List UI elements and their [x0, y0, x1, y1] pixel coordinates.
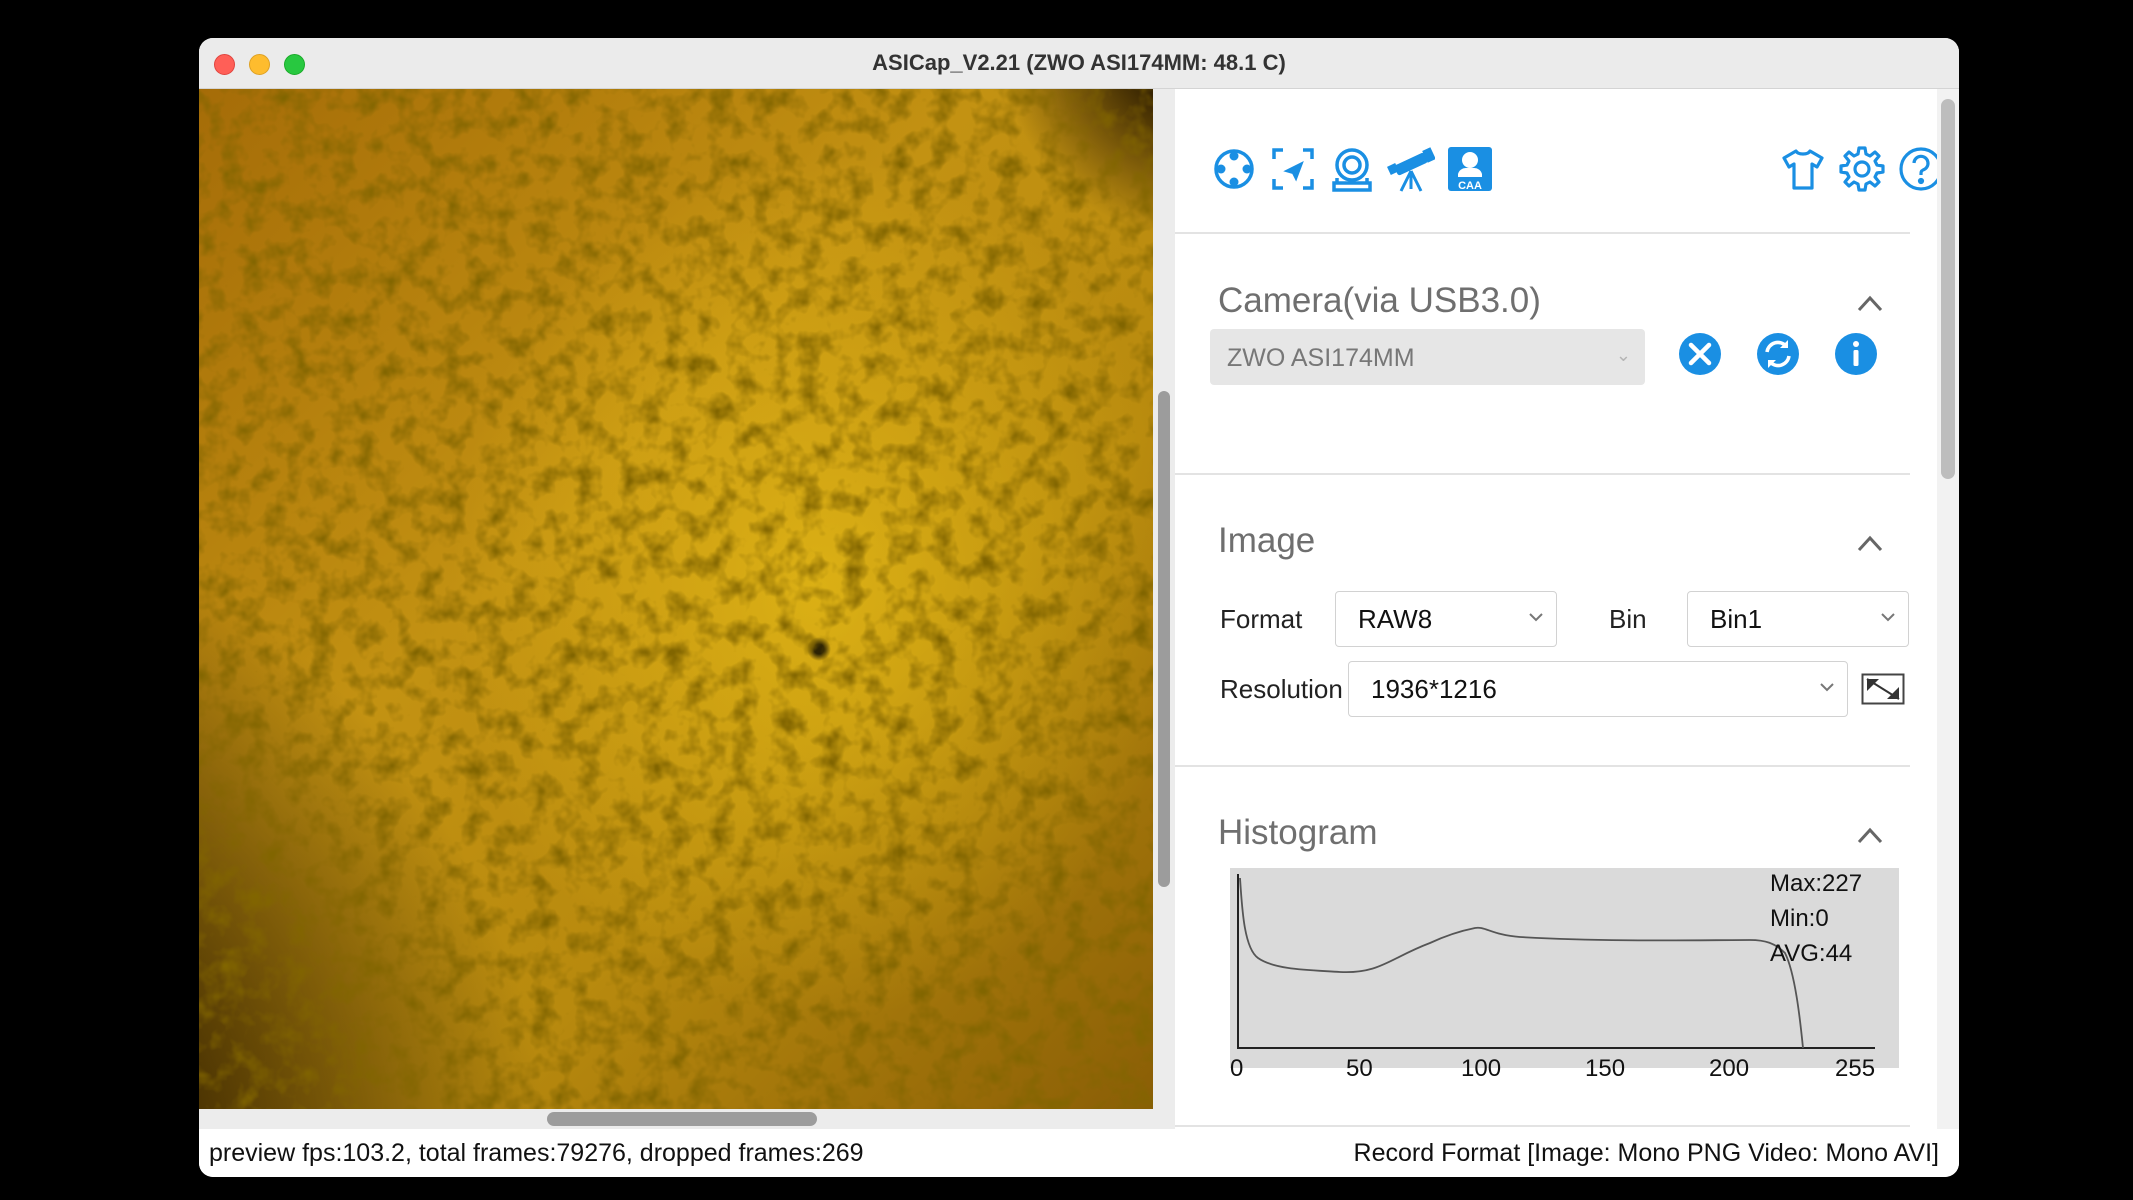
panel-scroll-thumb[interactable]: [1941, 99, 1955, 479]
resolution-select[interactable]: 1936*1216: [1348, 661, 1848, 717]
histogram-collapse-chevron-icon[interactable]: [1855, 824, 1885, 846]
histogram-tick-0: 0: [1230, 1055, 1244, 1082]
title-bar: ASICap_V2.21 (ZWO ASI174MM: 48.1 C): [199, 38, 1959, 89]
histogram-min: Min:0: [1770, 905, 1829, 932]
format-label: Format: [1220, 604, 1303, 634]
toolbar-divider: [1175, 232, 1910, 234]
histogram-section-title: Histogram: [1218, 813, 1378, 852]
histogram-tick-255: 255: [1835, 1055, 1876, 1082]
image-section-divider: [1175, 765, 1910, 767]
image-section-title: Image: [1218, 521, 1316, 560]
camera-section-title: Camera(via USB3.0): [1218, 281, 1541, 320]
camera-collapse-chevron-icon[interactable]: [1855, 292, 1885, 314]
preview-vertical-scrollbar[interactable]: [1153, 89, 1175, 1129]
window-title: ASICap_V2.21 (ZWO ASI174MM: 48.1 C): [872, 50, 1286, 75]
chevron-down-icon: ⌄: [1615, 345, 1631, 365]
histogram-avg: AVG:44: [1770, 940, 1853, 967]
bin-label: Bin: [1609, 604, 1647, 634]
resolution-value: 1936*1216: [1371, 674, 1497, 704]
focus-target-icon[interactable]: [1210, 145, 1258, 193]
app-window: ASICap_V2.21 (ZWO ASI174MM: 48.1 C) CAA …: [199, 38, 1959, 1177]
histogram-plot: Max:227 Min:0 AVG:44 0 50 100 150 200 25…: [1230, 868, 1899, 1082]
chevron-down-icon: [1820, 683, 1834, 692]
preview-vertical-scroll-thumb[interactable]: [1158, 391, 1170, 887]
camera-section-divider: [1175, 473, 1910, 475]
solar-granulation-texture: [199, 89, 1153, 1109]
disconnect-button[interactable]: [1677, 331, 1723, 377]
preview-stats-text: preview fps:103.2, total frames:79276, d…: [209, 1139, 864, 1167]
bin-select[interactable]: Bin1: [1687, 591, 1909, 647]
resolution-label: Resolution: [1220, 674, 1343, 704]
roi-select-icon[interactable]: [1269, 145, 1317, 193]
control-panel: CAA Camera(via USB3.0) ZWO ASI174MM ⌄ Im…: [1175, 89, 1943, 1129]
gear-icon[interactable]: [1838, 145, 1886, 193]
preview-horizontal-scroll-thumb[interactable]: [547, 1112, 817, 1126]
histogram-tick-50: 50: [1346, 1055, 1373, 1082]
chevron-down-icon: [1881, 613, 1895, 622]
camera-mount-icon[interactable]: [1328, 145, 1376, 193]
telescope-icon[interactable]: [1387, 145, 1436, 193]
shirt-icon[interactable]: [1779, 145, 1827, 193]
panel-vertical-scrollbar[interactable]: [1937, 89, 1959, 1129]
format-value: RAW8: [1358, 604, 1433, 634]
info-button[interactable]: [1833, 331, 1879, 377]
format-select[interactable]: RAW8: [1335, 591, 1557, 647]
histogram-tick-150: 150: [1585, 1055, 1626, 1082]
camera-select[interactable]: ZWO ASI174MM ⌄: [1210, 329, 1645, 385]
histogram-curve: [1237, 874, 1875, 1049]
bin-value: Bin1: [1710, 604, 1763, 634]
histogram-max: Max:227: [1770, 870, 1863, 897]
record-format-text: Record Format [Image: Mono PNG Video: Mo…: [1353, 1139, 1939, 1167]
caa-icon[interactable]: CAA: [1446, 145, 1494, 193]
status-bar: preview fps:103.2, total frames:79276, d…: [199, 1129, 1959, 1177]
preview-horizontal-scrollbar[interactable]: [199, 1109, 1173, 1129]
full-resolution-icon[interactable]: [1861, 673, 1905, 705]
image-collapse-chevron-icon[interactable]: [1855, 532, 1885, 554]
refresh-button[interactable]: [1755, 331, 1801, 377]
caa-label: CAA: [1458, 180, 1482, 192]
histogram-tick-200: 200: [1709, 1055, 1750, 1082]
histogram-tick-100: 100: [1461, 1055, 1502, 1082]
chevron-down-icon: [1529, 613, 1543, 622]
camera-select-value: ZWO ASI174MM: [1227, 344, 1415, 372]
camera-preview[interactable]: [199, 89, 1153, 1109]
histogram-section-divider: [1175, 1125, 1910, 1127]
